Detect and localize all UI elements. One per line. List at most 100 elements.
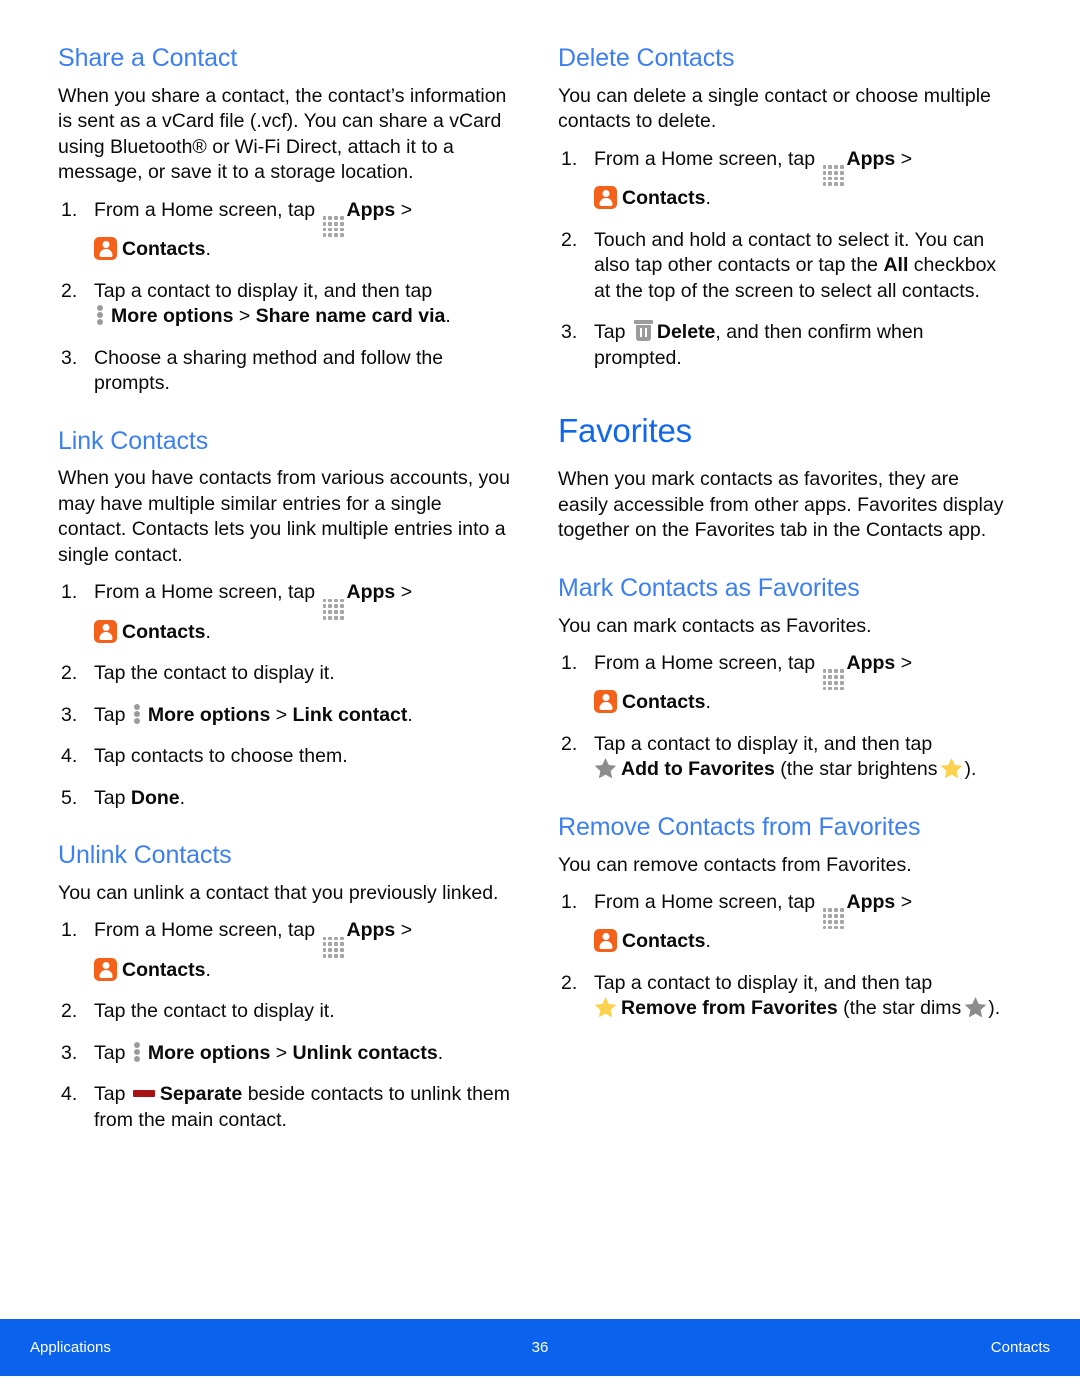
chevron-text: >	[275, 703, 288, 726]
step-text: Tap a contact to display it, and then ta…	[594, 971, 933, 994]
apps-grid-icon	[822, 908, 844, 930]
section-link-contacts: Link Contacts When you have contacts fro…	[58, 427, 513, 812]
step-text: (the star dims	[843, 997, 962, 1020]
paragraph-delete-contacts-intro: You can delete a single contact or choos…	[558, 84, 991, 133]
star-gray-icon	[594, 757, 617, 779]
contacts-app-icon	[594, 929, 617, 953]
step-text: Tap a contact to display it, and then ta…	[94, 279, 433, 302]
step-text: Choose a sharing method and follow the p…	[94, 346, 444, 395]
contacts-label: Contacts	[622, 930, 706, 953]
right-column: Delete Contacts You can delete a single …	[558, 44, 1013, 1133]
step-text: Tap	[94, 703, 126, 726]
chevron-text: >	[400, 919, 413, 942]
heading-remove-contacts-from-favorites: Remove Contacts from Favorites	[558, 812, 921, 841]
step-item: Tap Separate beside contacts to unlink t…	[58, 1082, 513, 1133]
heading-delete-contacts: Delete Contacts	[558, 44, 735, 72]
contacts-label: Contacts	[122, 238, 206, 260]
delete-label: Delete	[656, 321, 716, 343]
apps-label: Apps	[846, 652, 896, 675]
period: .	[407, 703, 413, 726]
heading-unlink-contacts: Unlink Contacts	[58, 841, 232, 869]
apps-grid-icon	[322, 216, 344, 237]
step-item: Tap Done.	[58, 786, 513, 812]
chevron-text: >	[275, 1041, 288, 1064]
more-options-label: More options	[147, 703, 271, 726]
step-text: Tap	[94, 1083, 126, 1105]
footer-chapter-label: Contacts	[990, 1339, 1050, 1356]
step-text: (the star brightens	[780, 758, 938, 781]
step-item: From a Home screen, tap Apps > Contacts.	[558, 147, 1013, 212]
step-item: From a Home screen, tap Apps > Contacts.	[58, 580, 513, 645]
paragraph-share-a-contact-intro: When you share a contact, the contact’s …	[58, 84, 507, 184]
section-unlink-contacts: Unlink Contacts You can unlink a contact…	[58, 841, 513, 1133]
step-text: ).	[988, 997, 1001, 1020]
step-text: Tap the contact to display it.	[94, 1000, 335, 1022]
step-item: Tap a contact to display it, and then ta…	[58, 279, 513, 330]
steps-mark-favorites: From a Home screen, tap Apps > Contacts.…	[558, 651, 1013, 783]
apps-label: Apps	[846, 891, 896, 914]
paragraph-unlink-contacts-intro: You can unlink a contact that you previo…	[58, 881, 499, 904]
step-item: Tap the contact to display it.	[58, 661, 513, 687]
step-text: From a Home screen, tap	[594, 891, 816, 914]
period: .	[205, 620, 211, 643]
contacts-app-icon	[594, 186, 617, 209]
step-text: Tap the contact to display it.	[94, 662, 335, 684]
step-text: ).	[964, 758, 977, 781]
step-text: Tap	[594, 321, 626, 343]
footer-page-number: 36	[531, 1339, 549, 1356]
separate-dash-icon	[132, 1090, 155, 1097]
apps-label: Apps	[846, 147, 896, 170]
section-delete-contacts: Delete Contacts You can delete a single …	[558, 44, 1013, 371]
more-options-icon	[97, 304, 104, 326]
chevron-text: >	[400, 198, 413, 221]
star-yellow-icon	[940, 757, 963, 779]
more-options-label: More options	[111, 305, 234, 327]
step-text: From a Home screen, tap	[94, 198, 316, 221]
heading-share-a-contact: Share a Contact	[58, 44, 238, 72]
contacts-label: Contacts	[622, 187, 706, 209]
chevron-text: >	[900, 891, 913, 914]
share-name-card-label: Share name card via	[255, 305, 446, 327]
section-mark-contacts-as-favorites: Mark Contacts as Favorites You can mark …	[558, 574, 1013, 783]
apps-grid-icon	[822, 669, 844, 691]
step-item: From a Home screen, tap Apps > Contacts.	[58, 918, 513, 983]
chevron-text: >	[400, 581, 413, 604]
two-column-layout: Share a Contact When you share a contact…	[0, 44, 1080, 1133]
step-text: Tap	[94, 1041, 126, 1064]
step-item: From a Home screen, tap Apps > Contacts.	[558, 651, 1013, 716]
step-text: From a Home screen, tap	[94, 919, 316, 942]
left-column: Share a Contact When you share a contact…	[58, 44, 513, 1133]
chevron-text: >	[900, 147, 913, 170]
page-footer: Applications 36 Contacts	[0, 1319, 1080, 1376]
remove-from-favorites-label: Remove from Favorites	[621, 997, 838, 1020]
period: .	[205, 238, 211, 260]
step-item: Choose a sharing method and follow the p…	[58, 346, 513, 397]
star-yellow-icon	[594, 996, 617, 1018]
heading-mark-contacts-as-favorites: Mark Contacts as Favorites	[558, 573, 860, 602]
contacts-app-icon	[594, 690, 617, 714]
section-remove-contacts-from-favorites: Remove Contacts from Favorites You can r…	[558, 813, 1013, 1022]
step-item: Tap a contact to display it, and then ta…	[558, 732, 1013, 783]
apps-label: Apps	[346, 198, 396, 221]
manual-page: Share a Contact When you share a contact…	[0, 0, 1080, 1397]
period: .	[205, 958, 211, 981]
steps-remove-favorites: From a Home screen, tap Apps > Contacts.…	[558, 890, 1013, 1022]
trash-icon	[633, 320, 653, 342]
period: .	[445, 305, 451, 327]
unlink-contacts-label: Unlink contacts	[292, 1041, 438, 1064]
step-item: Tap the contact to display it.	[58, 999, 513, 1025]
step-item: Tap a contact to display it, and then ta…	[558, 971, 1013, 1022]
chevron-text: >	[900, 652, 913, 675]
step-text: Tap a contact to display it, and then ta…	[594, 732, 933, 755]
separate-label: Separate	[159, 1083, 243, 1105]
step-text: From a Home screen, tap	[594, 652, 816, 675]
paragraph-remove-favorites-intro: You can remove contacts from Favorites.	[558, 853, 912, 876]
heading-favorites: Favorites	[558, 412, 692, 449]
apps-label: Apps	[346, 581, 396, 604]
section-favorites: Favorites When you mark contacts as favo…	[558, 412, 1013, 544]
contacts-app-icon	[94, 619, 117, 643]
period: .	[705, 187, 711, 209]
contacts-label: Contacts	[622, 691, 706, 714]
apps-grid-icon	[322, 936, 344, 958]
step-item: Touch and hold a contact to select it. Y…	[558, 228, 1013, 305]
